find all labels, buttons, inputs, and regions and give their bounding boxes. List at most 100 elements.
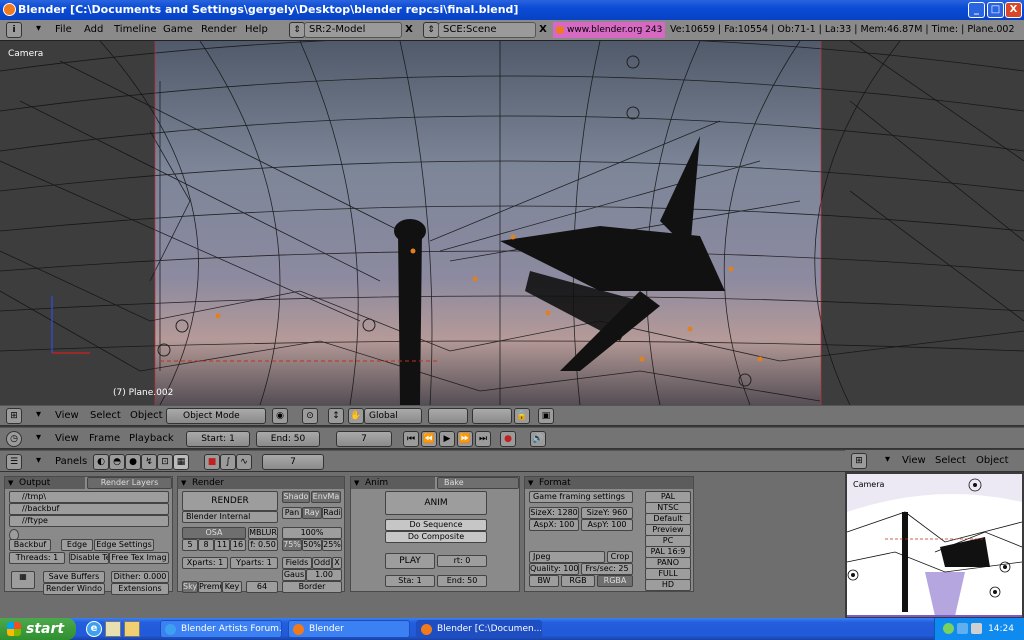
editor-type-icon[interactable]: ⊞	[6, 408, 22, 424]
osa-16-button[interactable]: 16	[230, 539, 246, 551]
prev-key-icon[interactable]: ⏪	[421, 431, 437, 447]
header-collapse-icon[interactable]: ▾	[885, 454, 890, 465]
header-collapse-icon[interactable]: ▾	[36, 432, 41, 443]
play-button[interactable]: PLAY	[385, 553, 435, 569]
save-buffers-button[interactable]: Save Buffers	[43, 571, 105, 583]
panels-menu[interactable]: Panels	[55, 456, 87, 467]
backbuf-path-field[interactable]: //backbuf	[9, 503, 169, 515]
anim-start-field[interactable]: Sta: 1	[385, 575, 435, 587]
ftype-path-field[interactable]: //ftype	[9, 515, 169, 527]
anim-tab[interactable]: Anim	[351, 477, 435, 489]
buttons-frame-field[interactable]: 7	[262, 454, 324, 470]
end-frame-field[interactable]: End: 50	[256, 431, 320, 447]
osa-11-button[interactable]: 11	[214, 539, 230, 551]
layers-group-2[interactable]	[472, 408, 512, 424]
header-collapse-icon[interactable]: ▾	[36, 455, 41, 466]
preview-object-menu[interactable]: Object	[976, 455, 1009, 466]
menu-game[interactable]: Game	[163, 24, 193, 35]
aspx-field[interactable]: AspX: 100	[529, 519, 579, 531]
rgb-button[interactable]: RGB	[561, 575, 595, 587]
edge-button[interactable]: Edge	[61, 539, 93, 551]
play-icon[interactable]: ▶	[439, 431, 455, 447]
current-frame-field[interactable]: 7	[336, 431, 392, 447]
maximize-button[interactable]: □	[987, 2, 1004, 18]
do-sequence-toggle[interactable]: Do Sequence	[385, 519, 487, 531]
extensions-button[interactable]: Extensions	[111, 583, 169, 595]
close-button[interactable]: X	[1005, 2, 1022, 18]
codec-select[interactable]: Jpeg	[529, 551, 605, 563]
bake-tab[interactable]: Bake	[437, 477, 519, 489]
tray-icon-1[interactable]	[943, 623, 954, 634]
blur-factor-field[interactable]: f: 0.50	[248, 539, 278, 551]
explorer-quicklaunch-icon[interactable]	[124, 621, 140, 637]
osa-toggle[interactable]: OSA	[182, 527, 246, 539]
editor-type-icon[interactable]: ⊞	[851, 453, 867, 469]
aspy-field[interactable]: AspY: 100	[581, 519, 633, 531]
sky-toggle[interactable]: Sky	[182, 581, 198, 593]
envmap-toggle[interactable]: EnvMa	[311, 491, 341, 503]
backbuf-button[interactable]: Backbuf	[9, 539, 51, 551]
anim-button[interactable]: ANIM	[385, 491, 487, 515]
menu-add[interactable]: Add	[84, 24, 103, 35]
ie-quicklaunch-icon[interactable]: e	[86, 621, 102, 637]
pivot-icon[interactable]: ⊙	[302, 408, 318, 424]
menu-file[interactable]: File	[55, 24, 72, 35]
scene-icon[interactable]: ▦	[173, 454, 189, 470]
header-collapse-icon[interactable]: ▾	[36, 409, 41, 420]
ray-toggle[interactable]: Ray	[302, 507, 322, 519]
mode-select[interactable]: Object Mode	[166, 408, 266, 424]
threads-field[interactable]: Threads: 1	[9, 552, 65, 564]
desktop-quicklaunch-icon[interactable]	[105, 621, 121, 637]
sizex-field[interactable]: SizeX: 1280	[529, 507, 579, 519]
engine-select[interactable]: Blender Internal	[182, 511, 278, 523]
bits-field[interactable]: 64	[246, 581, 278, 593]
view-menu[interactable]: View	[55, 410, 79, 421]
menu-timeline[interactable]: Timeline	[114, 24, 157, 35]
output-path-field[interactable]: //tmp\	[9, 491, 169, 503]
screen-field[interactable]: SR:2-Model	[304, 22, 402, 38]
anim-end-field[interactable]: End: 50	[437, 575, 487, 587]
scene-field[interactable]: SCE:Scene	[438, 22, 536, 38]
quality-field[interactable]: Quality: 100	[529, 563, 579, 575]
disable-tex-button[interactable]: Disable Tex	[69, 552, 109, 564]
next-key-icon[interactable]: ⏩	[457, 431, 473, 447]
edge-settings-button[interactable]: Edge Settings	[94, 539, 154, 551]
menu-help[interactable]: Help	[245, 24, 268, 35]
anim-icon[interactable]: ∫	[220, 454, 236, 470]
pano-toggle[interactable]: Pan	[282, 507, 302, 519]
audio-icon[interactable]: 🔊	[530, 431, 546, 447]
free-tex-button[interactable]: Free Tex Imag	[109, 552, 169, 564]
record-icon[interactable]: ●	[500, 431, 516, 447]
sizey-field[interactable]: SizeY: 960	[581, 507, 633, 519]
tray-icon-2[interactable]	[957, 623, 968, 634]
camera-preview-window[interactable]: ⊞ ▾ View Select Object Camera	[845, 450, 1024, 618]
shading-icon[interactable]: ●	[125, 454, 141, 470]
osa-5-button[interactable]: 5	[182, 539, 198, 551]
osa-8-button[interactable]: 8	[198, 539, 214, 551]
shadow-toggle[interactable]: Shado	[282, 491, 310, 503]
do-composite-toggle[interactable]: Do Composite	[385, 531, 487, 543]
object-icon[interactable]: ↯	[141, 454, 157, 470]
size-100-button[interactable]: 100%	[282, 527, 342, 539]
key-toggle[interactable]: Key	[222, 581, 242, 593]
preview-select-menu[interactable]: Select	[935, 455, 966, 466]
xparts-field[interactable]: Xparts: 1	[182, 557, 228, 569]
rgba-button[interactable]: RGBA	[597, 575, 633, 587]
orientation-select[interactable]: Global	[364, 408, 422, 424]
clock-icon[interactable]: ◷	[6, 431, 22, 447]
editing-icon[interactable]: ⊡	[157, 454, 173, 470]
lock-icon[interactable]: 🔒	[514, 408, 530, 424]
logic-icon[interactable]: ◐	[93, 454, 109, 470]
radio-toggle[interactable]: Radi	[322, 507, 342, 519]
premul-toggle[interactable]: Premu	[198, 581, 222, 593]
scene-browse-icon[interactable]: ⇕	[423, 22, 439, 38]
border-toggle[interactable]: Border	[282, 581, 342, 593]
render-window-select[interactable]: Render Windo	[43, 583, 105, 595]
x-toggle[interactable]: X	[332, 557, 342, 569]
task-blender[interactable]: Blender	[288, 620, 410, 638]
task-blender-final[interactable]: Blender [C:\Documen...	[416, 620, 542, 638]
script-icon[interactable]: ◓	[109, 454, 125, 470]
object-menu[interactable]: Object	[130, 410, 163, 421]
gauss-select[interactable]: Gaus	[282, 569, 306, 581]
header-collapse-icon[interactable]: ▾	[36, 23, 41, 34]
